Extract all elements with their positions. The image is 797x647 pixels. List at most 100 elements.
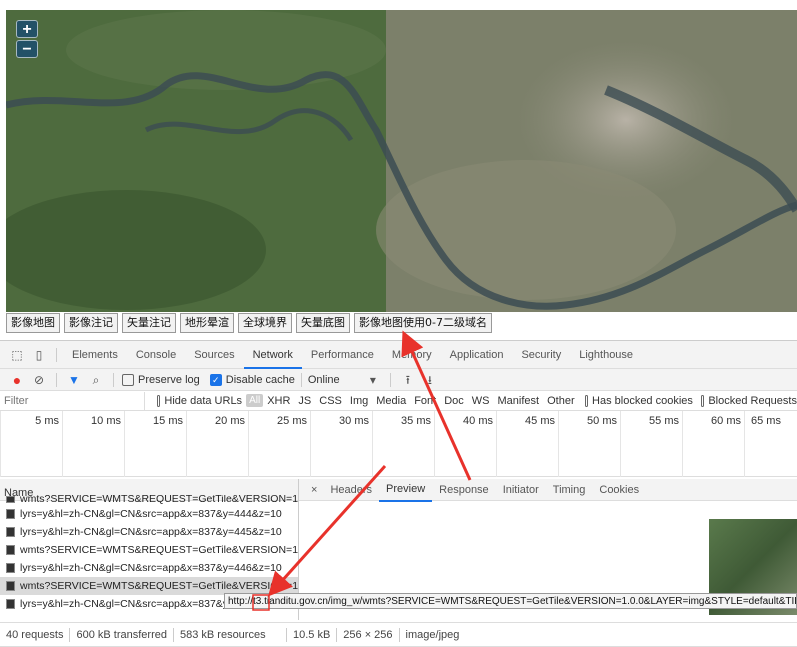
image-file-icon	[6, 527, 15, 537]
filter-xhr[interactable]: XHR	[263, 395, 294, 407]
timeline-tick: 40 ms	[434, 411, 497, 477]
tab-cookies[interactable]: Cookies	[592, 479, 646, 501]
layer-button-vector-labels[interactable]: 矢量注记	[122, 313, 176, 333]
satellite-map[interactable]: + −	[6, 10, 797, 312]
map-layer-buttons: 影像地图 影像注记 矢量注记 地形晕渲 全球境界 矢量底图 影像地图使用0-7二…	[6, 313, 492, 333]
upload-icon[interactable]: ⭱	[401, 373, 415, 387]
url-tooltip: http://t3.tianditu.gov.cn/img_w/wmts?SER…	[224, 593, 797, 609]
timeline-tick: 30 ms	[310, 411, 373, 477]
throttle-select[interactable]: Online	[308, 374, 362, 386]
device-toolbar-icon[interactable]: ▯	[32, 348, 46, 362]
filter-css[interactable]: CSS	[315, 395, 346, 407]
timeline-tick: 10 ms	[62, 411, 125, 477]
layer-button-terrain[interactable]: 地形晕渲	[180, 313, 234, 333]
disable-cache-label: Disable cache	[225, 373, 295, 386]
tab-initiator[interactable]: Initiator	[496, 479, 546, 501]
filter-all-button[interactable]: All	[246, 394, 264, 407]
timeline-tick: 60 ms	[682, 411, 745, 477]
filter-media[interactable]: Media	[372, 395, 410, 407]
image-file-icon	[6, 581, 15, 591]
filter-input[interactable]	[0, 391, 145, 410]
divider	[56, 372, 57, 387]
filter-bar: Hide data URLs All XHR JS CSS Img Media …	[0, 391, 797, 411]
tab-performance[interactable]: Performance	[302, 341, 383, 369]
timeline-tick: 65 ms	[744, 411, 797, 477]
layer-button-image-map-subdomain[interactable]: 影像地图使用0-7二级域名	[354, 313, 492, 333]
tab-sources[interactable]: Sources	[185, 341, 243, 369]
divider	[300, 372, 302, 387]
request-count: 40 requests	[6, 628, 64, 641]
table-row[interactable]: wmts?SERVICE=WMTS&REQUEST=GetTile&VERSIO…	[0, 495, 298, 505]
filter-ws[interactable]: WS	[468, 395, 494, 407]
tab-security[interactable]: Security	[512, 341, 570, 369]
status-bar: 40 requests 600 kB transferred 583 kB re…	[0, 622, 797, 647]
image-file-icon	[6, 563, 15, 573]
hide-data-urls-label: Hide data URLs	[164, 394, 243, 407]
map-imagery	[6, 10, 797, 312]
inspect-element-icon[interactable]: ⬚	[10, 348, 24, 362]
has-blocked-cookies-checkbox[interactable]	[584, 394, 589, 407]
layer-button-global-boundaries[interactable]: 全球境界	[238, 313, 292, 333]
filter-js[interactable]: JS	[294, 395, 315, 407]
record-icon[interactable]: ●	[10, 373, 24, 387]
chevron-down-icon: ▾	[369, 372, 376, 387]
network-timeline[interactable]: 5 ms 10 ms 15 ms 20 ms 25 ms 30 ms 35 ms…	[0, 411, 797, 477]
tab-console[interactable]: Console	[127, 341, 185, 369]
divider	[113, 372, 114, 387]
timeline-tick: 20 ms	[186, 411, 249, 477]
filter-font[interactable]: Font	[410, 395, 440, 407]
detail-tab-bar: × Headers Preview Response Initiator Tim…	[299, 478, 797, 502]
tab-network[interactable]: Network	[243, 341, 302, 369]
hide-data-urls-checkbox[interactable]	[157, 394, 161, 407]
filter-other[interactable]: Other	[543, 395, 579, 407]
filter-img[interactable]: Img	[346, 395, 372, 407]
table-row[interactable]: lyrs=y&hl=zh-CN&gl=CN&src=app&x=837&y=44…	[0, 523, 298, 541]
layer-button-vector-base[interactable]: 矢量底图	[296, 313, 350, 333]
blocked-requests-label: Blocked Requests	[708, 394, 797, 407]
tab-response[interactable]: Response	[432, 479, 496, 501]
layer-button-image-map[interactable]: 影像地图	[6, 313, 60, 333]
devtools-tab-bar: ⬚ ▯ Elements Console Sources Network Per…	[0, 341, 797, 369]
filter-manifest[interactable]: Manifest	[494, 395, 544, 407]
resources-size: 583 kB resources	[179, 628, 266, 641]
divider	[389, 372, 391, 387]
table-row[interactable]: lyrs=y&hl=zh-CN&gl=CN&src=app&x=837&y=44…	[0, 505, 298, 523]
download-icon[interactable]: ⭳	[423, 373, 437, 387]
preserve-log-label: Preserve log	[138, 373, 200, 386]
tab-preview[interactable]: Preview	[379, 478, 433, 502]
disable-cache-checkbox[interactable]: ✓	[209, 373, 222, 386]
image-file-icon	[6, 509, 15, 519]
table-row[interactable]: lyrs=y&hl=zh-CN&gl=CN&src=app&x=837&y=44…	[0, 559, 298, 577]
timeline-tick: 55 ms	[620, 411, 683, 477]
preview-dimensions: 256 × 256	[343, 628, 393, 641]
preview-size: 10.5 kB	[292, 628, 331, 641]
timeline-tick: 15 ms	[124, 411, 187, 477]
layer-button-image-labels[interactable]: 影像注记	[64, 313, 118, 333]
timeline-tick: 25 ms	[248, 411, 311, 477]
zoom-in-button[interactable]: +	[16, 20, 38, 38]
tab-timing[interactable]: Timing	[546, 479, 593, 501]
close-icon[interactable]: ×	[305, 484, 323, 496]
tab-memory[interactable]: Memory	[383, 341, 441, 369]
has-blocked-cookies-label: Has blocked cookies	[592, 394, 693, 407]
tab-elements[interactable]: Elements	[63, 341, 127, 369]
filter-doc[interactable]: Doc	[440, 395, 468, 407]
zoom-out-button[interactable]: −	[16, 40, 38, 58]
tab-application[interactable]: Application	[441, 341, 513, 369]
clear-icon[interactable]: ⊘	[32, 373, 46, 387]
filter-icon[interactable]: ▼	[67, 373, 81, 387]
blocked-requests-checkbox[interactable]	[700, 394, 705, 407]
divider	[56, 347, 57, 362]
timeline-tick: 35 ms	[372, 411, 435, 477]
timeline-tick: 5 ms	[0, 411, 63, 477]
preserve-log-checkbox[interactable]	[122, 373, 134, 386]
tab-lighthouse[interactable]: Lighthouse	[570, 341, 642, 369]
preview-mime: image/jpeg	[405, 628, 460, 641]
timeline-tick: 50 ms	[558, 411, 621, 477]
image-file-icon	[6, 545, 15, 555]
timeline-tick: 45 ms	[496, 411, 559, 477]
search-icon[interactable]: ⌕	[89, 373, 103, 387]
image-file-icon	[6, 599, 15, 609]
tab-headers[interactable]: Headers	[323, 479, 379, 501]
table-row[interactable]: wmts?SERVICE=WMTS&REQUEST=GetTile&VERSIO…	[0, 541, 298, 559]
